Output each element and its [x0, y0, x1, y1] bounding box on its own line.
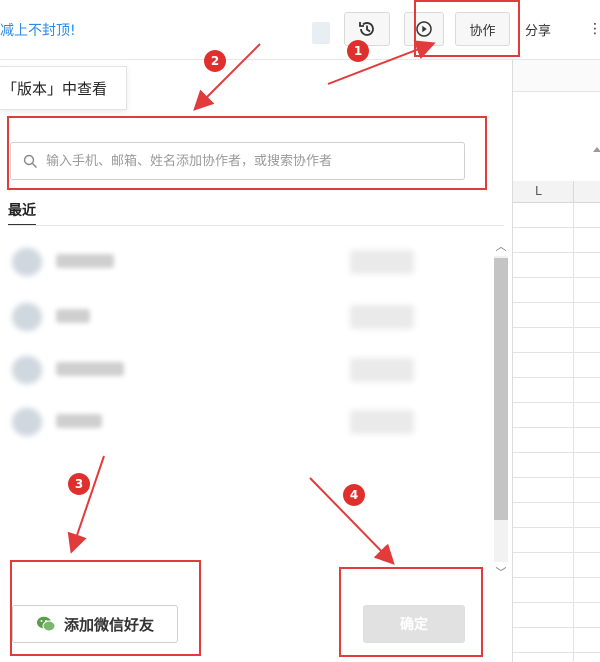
spreadsheet-area: L — [512, 60, 600, 662]
contact-avatar — [12, 356, 42, 384]
collapse-caret-icon[interactable] — [593, 147, 600, 152]
sheet-toolbar-row — [513, 60, 600, 92]
version-tooltip: 「版本」中查看 — [0, 66, 127, 110]
contact-add-action[interactable] — [350, 358, 414, 382]
tab-divider — [8, 225, 504, 226]
annotation-box-collaborate — [414, 0, 520, 57]
contact-row[interactable] — [8, 295, 478, 339]
column-divider — [573, 181, 574, 203]
contact-name-redacted — [56, 254, 114, 268]
tab-recent[interactable]: 最近 — [8, 200, 36, 220]
annotation-badge-2: 2 — [204, 50, 226, 72]
annotation-box-search — [7, 116, 487, 190]
sheet-formula-area — [513, 92, 600, 182]
contact-name-redacted — [56, 414, 102, 428]
contact-name-redacted — [56, 362, 124, 376]
contact-row[interactable] — [8, 240, 478, 284]
annotation-badge-3: 3 — [68, 473, 90, 495]
contact-row[interactable] — [8, 348, 478, 392]
contact-avatar — [12, 303, 42, 331]
annotation-badge-1: 1 — [347, 40, 369, 62]
sheet-grid[interactable] — [513, 203, 600, 662]
column-letter[interactable]: L — [535, 184, 542, 198]
column-header: L — [513, 181, 600, 203]
promo-link[interactable]: 减上不封顶! — [0, 20, 76, 40]
screen: 减上不封顶! 协作 分享 ⋮ L 输入手机、邮箱、姓名添加协作者，或搜索协作者 … — [0, 0, 600, 662]
annotation-box-confirm — [339, 567, 483, 657]
contact-list-scrollbar[interactable]: ︿ ﹀ — [492, 238, 510, 580]
contact-name-redacted — [56, 309, 90, 323]
history-icon — [359, 22, 374, 36]
contact-avatar — [12, 408, 42, 436]
more-menu-button[interactable]: ⋮ — [588, 12, 600, 46]
contact-avatar — [12, 248, 42, 276]
annotation-box-wechat — [10, 560, 201, 656]
contact-add-action[interactable] — [350, 305, 414, 329]
contact-add-action[interactable] — [350, 250, 414, 274]
document-icon — [312, 22, 330, 44]
contact-add-action[interactable] — [350, 410, 414, 434]
annotation-badge-4: 4 — [343, 484, 365, 506]
contact-row[interactable] — [8, 400, 478, 444]
scroll-down-icon[interactable]: ﹀ — [492, 564, 510, 580]
share-button[interactable]: 分享 — [515, 12, 561, 46]
scroll-up-icon[interactable]: ︿ — [492, 238, 510, 254]
scrollbar-thumb[interactable] — [494, 258, 508, 520]
